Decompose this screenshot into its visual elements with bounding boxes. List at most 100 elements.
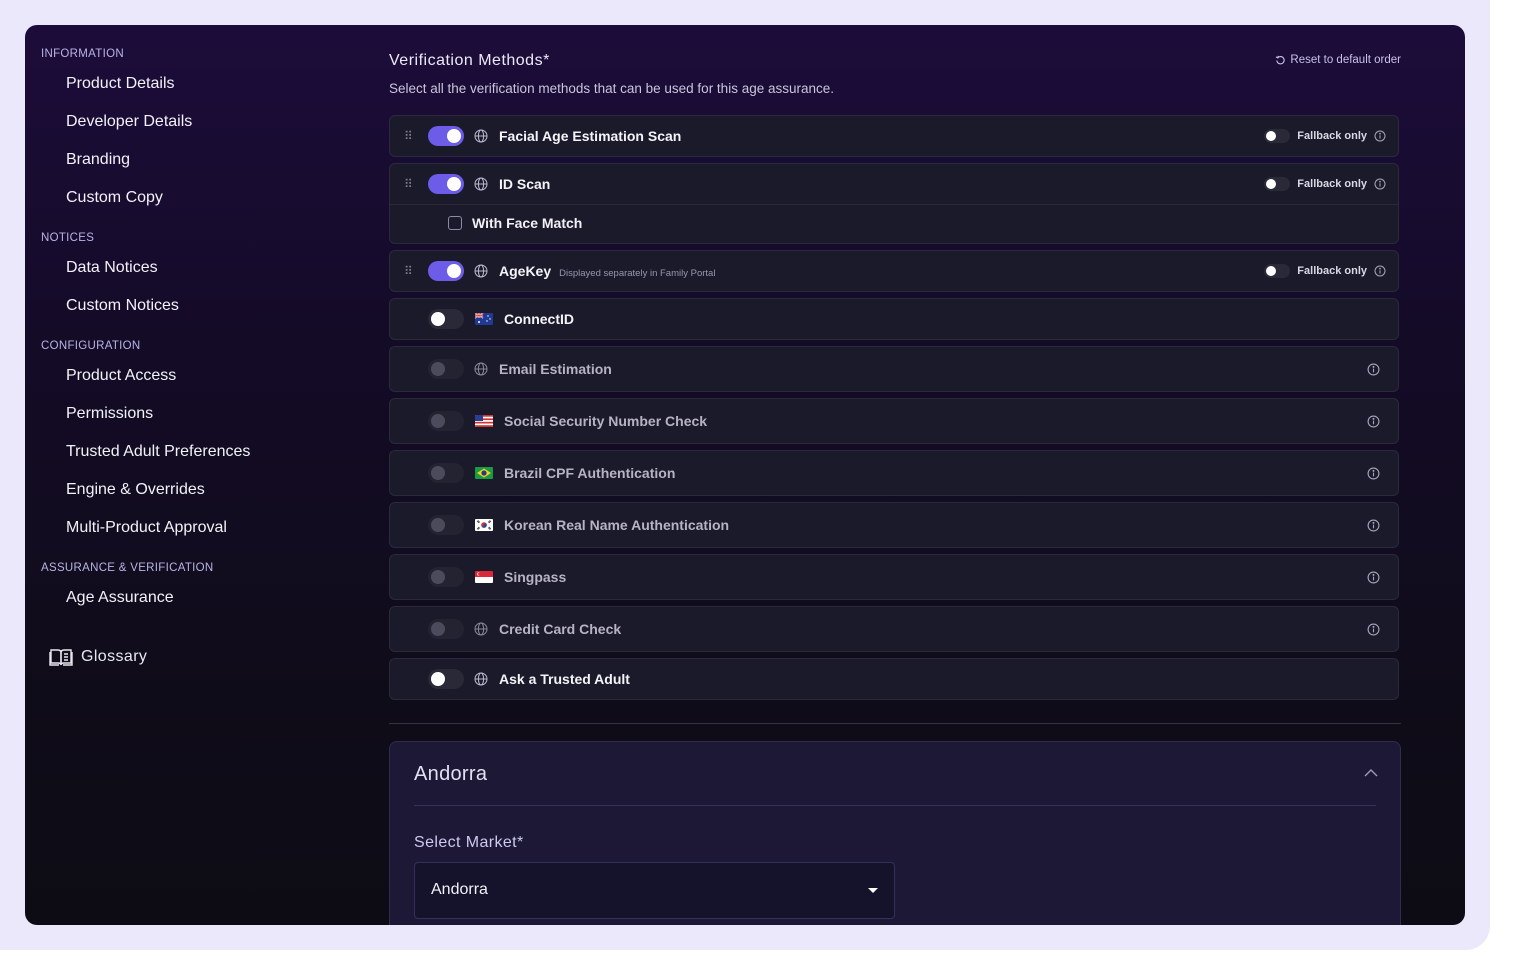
method-connectid: ConnectID xyxy=(389,298,1399,340)
sidebar-item-developer-details[interactable]: Developer Details xyxy=(66,112,192,132)
method-note: Displayed separately in Family Portal xyxy=(559,268,716,279)
method-facial-age-estimation: ⠿ Facial Age Estimation Scan Fallback on… xyxy=(389,115,1399,157)
method-label: Singpass xyxy=(504,569,567,585)
fallback-label: Fallback only xyxy=(1297,130,1367,142)
globe-icon xyxy=(474,622,488,636)
info-icon[interactable] xyxy=(1374,265,1386,277)
book-icon xyxy=(49,649,73,666)
method-toggle[interactable] xyxy=(428,126,464,146)
sidebar-item-permissions[interactable]: Permissions xyxy=(66,404,153,424)
info-icon[interactable] xyxy=(1367,467,1380,480)
globe-icon xyxy=(474,264,488,278)
method-toggle[interactable] xyxy=(428,669,464,689)
method-toggle[interactable] xyxy=(428,309,464,329)
method-credit-card-check: Credit Card Check xyxy=(389,606,1399,652)
method-toggle[interactable] xyxy=(428,174,464,194)
method-toggle[interactable] xyxy=(428,359,464,379)
chevron-up-icon[interactable] xyxy=(1364,768,1378,778)
fallback-label: Fallback only xyxy=(1297,265,1367,277)
fallback-toggle[interactable] xyxy=(1264,129,1291,143)
method-label: Facial Age Estimation Scan xyxy=(499,128,682,144)
sidebar-item-trusted-adult-preferences[interactable]: Trusted Adult Preferences xyxy=(66,442,250,462)
glossary-link[interactable]: Glossary xyxy=(49,647,147,667)
method-toggle[interactable] xyxy=(428,411,464,431)
market-select[interactable]: Andorra xyxy=(414,862,895,919)
singapore-flag-icon xyxy=(475,571,493,583)
fallback-only-control: Fallback only xyxy=(1264,129,1386,143)
globe-icon xyxy=(474,129,488,143)
method-ssn-check: Social Security Number Check xyxy=(389,398,1399,444)
method-toggle[interactable] xyxy=(428,463,464,483)
sub-option-divider xyxy=(390,204,1398,205)
sidebar-item-custom-copy[interactable]: Custom Copy xyxy=(66,188,163,208)
method-ask-trusted-adult: Ask a Trusted Adult xyxy=(389,658,1399,700)
method-brazil-cpf: Brazil CPF Authentication xyxy=(389,450,1399,496)
section-divider xyxy=(389,723,1401,724)
method-label: Korean Real Name Authentication xyxy=(504,517,730,533)
globe-icon xyxy=(474,672,488,686)
method-toggle[interactable] xyxy=(428,261,464,281)
method-toggle[interactable] xyxy=(428,567,464,587)
sidebar-item-product-access[interactable]: Product Access xyxy=(66,366,176,386)
sidebar-item-multi-product-approval[interactable]: Multi-Product Approval xyxy=(66,518,227,538)
sidebar-item-branding[interactable]: Branding xyxy=(66,150,130,170)
nav-section-assurance-verification: ASSURANCE & VERIFICATION xyxy=(41,562,214,574)
korea-flag-icon xyxy=(475,519,493,531)
info-icon[interactable] xyxy=(1367,519,1380,532)
method-singpass: Singpass xyxy=(389,554,1399,600)
australia-flag-icon xyxy=(475,313,493,325)
info-icon[interactable] xyxy=(1374,130,1386,142)
sidebar: INFORMATION Product Details Developer De… xyxy=(25,25,365,925)
drag-handle-icon[interactable]: ⠿ xyxy=(404,264,416,278)
method-label: Ask a Trusted Adult xyxy=(499,671,630,687)
method-toggle[interactable] xyxy=(428,619,464,639)
drag-handle-icon[interactable]: ⠿ xyxy=(404,129,416,143)
method-label: Brazil CPF Authentication xyxy=(504,465,676,481)
fallback-toggle[interactable] xyxy=(1264,264,1291,278)
fallback-toggle[interactable] xyxy=(1264,177,1291,191)
main-content: Verification Methods* Select all the ver… xyxy=(389,25,1401,925)
nav-section-notices: NOTICES xyxy=(41,232,95,244)
nav-section-information: INFORMATION xyxy=(41,48,124,60)
verification-methods-title: Verification Methods* xyxy=(389,52,550,69)
method-agekey: ⠿ AgeKey Displayed separately in Family P… xyxy=(389,250,1399,292)
fallback-label: Fallback only xyxy=(1297,178,1367,190)
app-window: INFORMATION Product Details Developer De… xyxy=(25,25,1465,925)
info-icon[interactable] xyxy=(1374,178,1386,190)
brazil-flag-icon xyxy=(475,467,493,479)
market-divider xyxy=(414,805,1376,806)
market-title: Andorra xyxy=(414,763,488,785)
info-icon[interactable] xyxy=(1367,363,1380,376)
info-icon[interactable] xyxy=(1367,415,1380,428)
usa-flag-icon xyxy=(475,415,493,427)
sidebar-item-custom-notices[interactable]: Custom Notices xyxy=(66,296,179,316)
drag-handle-icon[interactable]: ⠿ xyxy=(404,177,416,191)
reset-icon xyxy=(1276,55,1286,64)
market-select-value: Andorra xyxy=(431,881,488,898)
info-icon[interactable] xyxy=(1367,623,1380,636)
sidebar-item-data-notices[interactable]: Data Notices xyxy=(66,258,158,278)
sidebar-item-age-assurance[interactable]: Age Assurance xyxy=(66,588,174,608)
globe-icon xyxy=(474,177,488,191)
method-label: Credit Card Check xyxy=(499,621,622,637)
reset-default-order-button[interactable]: Reset to default order xyxy=(1275,54,1401,66)
info-icon[interactable] xyxy=(1367,571,1380,584)
face-match-label: With Face Match xyxy=(472,215,583,231)
face-match-checkbox[interactable] xyxy=(448,216,462,230)
select-market-label: Select Market* xyxy=(414,834,524,851)
fallback-only-control: Fallback only xyxy=(1264,177,1386,191)
market-card: Andorra Select Market* Andorra xyxy=(389,741,1401,925)
method-label: ConnectID xyxy=(504,311,574,327)
globe-icon xyxy=(474,362,488,376)
fallback-only-control: Fallback only xyxy=(1264,264,1386,278)
verification-methods-subtitle: Select all the verification methods that… xyxy=(389,81,835,96)
method-label: ID Scan xyxy=(499,176,551,192)
sidebar-item-product-details[interactable]: Product Details xyxy=(66,74,175,94)
reset-label: Reset to default order xyxy=(1290,54,1401,66)
method-id-scan: ⠿ ID Scan Fallback only With Face Match xyxy=(389,163,1399,244)
method-label: Email Estimation xyxy=(499,361,612,377)
caret-down-icon xyxy=(868,888,878,893)
nav-section-configuration: CONFIGURATION xyxy=(41,340,141,352)
method-toggle[interactable] xyxy=(428,515,464,535)
sidebar-item-engine-overrides[interactable]: Engine & Overrides xyxy=(66,480,205,500)
